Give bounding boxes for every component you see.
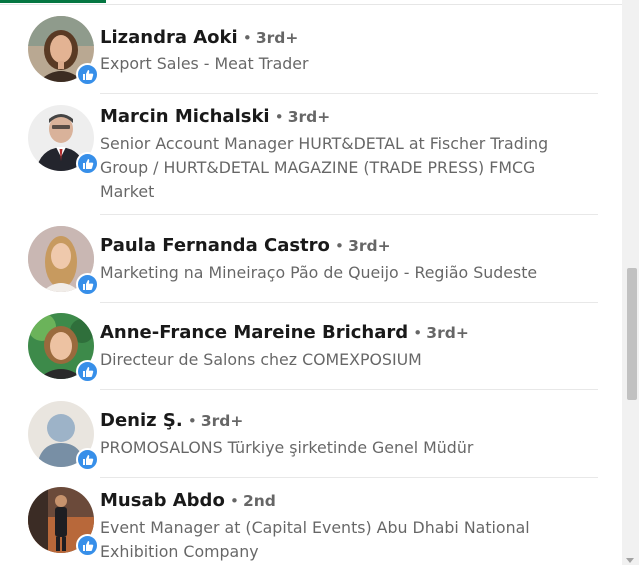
profile-photo-link[interactable] [28, 105, 99, 175]
like-thumbs-up-icon [82, 69, 93, 80]
member-name[interactable]: Paula Fernanda Castro [100, 235, 330, 256]
profile-photo-link[interactable] [28, 16, 99, 86]
active-tab-indicator [0, 0, 106, 3]
member-name[interactable]: Anne-France Mareine Brichard [100, 322, 408, 343]
scroll-down-arrow-icon[interactable] [626, 558, 634, 563]
connection-degree: • 3rd+ [242, 29, 299, 47]
like-thumbs-up-icon [82, 158, 93, 169]
member-headline: Export Sales - Meat Trader [100, 54, 309, 73]
row-divider [100, 389, 598, 390]
connection-degree: • 3rd+ [334, 237, 391, 255]
member-headline: Senior Account Manager HURT&DETAL at Fis… [100, 134, 549, 201]
profile-photo-link[interactable] [28, 226, 99, 296]
member-headline: Marketing na Mineiraço Pão de Queijo - R… [100, 263, 538, 282]
like-thumbs-up-icon [82, 540, 93, 551]
member-name[interactable]: Marcin Michalski [100, 106, 270, 127]
profile-photo-link[interactable] [28, 313, 99, 383]
like-reaction-badge [76, 448, 99, 471]
like-thumbs-up-icon [82, 279, 93, 290]
row-divider [100, 93, 598, 94]
like-reaction-badge [76, 152, 99, 175]
like-thumbs-up-icon [82, 366, 93, 377]
member-headline: Directeur de Salons chez COMEXPOSIUM [100, 350, 422, 369]
member-name[interactable]: Deniz Ş. [100, 410, 183, 431]
member-headline: Event Manager at (Capital Events) Abu Dh… [100, 518, 530, 561]
member-name[interactable]: Musab Abdo [100, 490, 225, 511]
like-reaction-badge [76, 360, 99, 383]
connection-degree: • 3rd+ [274, 108, 331, 126]
member-headline: PROMOSALONS Türkiye şirketinde Genel Müd… [100, 438, 474, 457]
member-name[interactable]: Lizandra Aoki [100, 27, 238, 48]
connection-degree: • 3rd+ [413, 324, 469, 342]
vertical-scrollbar[interactable] [622, 0, 639, 565]
like-reaction-badge [76, 534, 99, 557]
connection-degree: • 2nd [229, 492, 276, 510]
like-reaction-badge [76, 63, 99, 86]
like-reaction-badge [76, 273, 99, 296]
like-thumbs-up-icon [82, 454, 93, 465]
reactions-list-panel: Lizandra Aoki • 3rd+ Export Sales - Meat T… [0, 0, 622, 565]
profile-photo-link[interactable] [28, 487, 99, 557]
profile-photo-link[interactable] [28, 401, 99, 471]
scrollbar-thumb[interactable] [627, 268, 637, 400]
row-divider [100, 302, 598, 303]
row-divider [100, 477, 598, 478]
connection-degree: • 3rd+ [187, 412, 244, 430]
row-divider [100, 214, 598, 215]
